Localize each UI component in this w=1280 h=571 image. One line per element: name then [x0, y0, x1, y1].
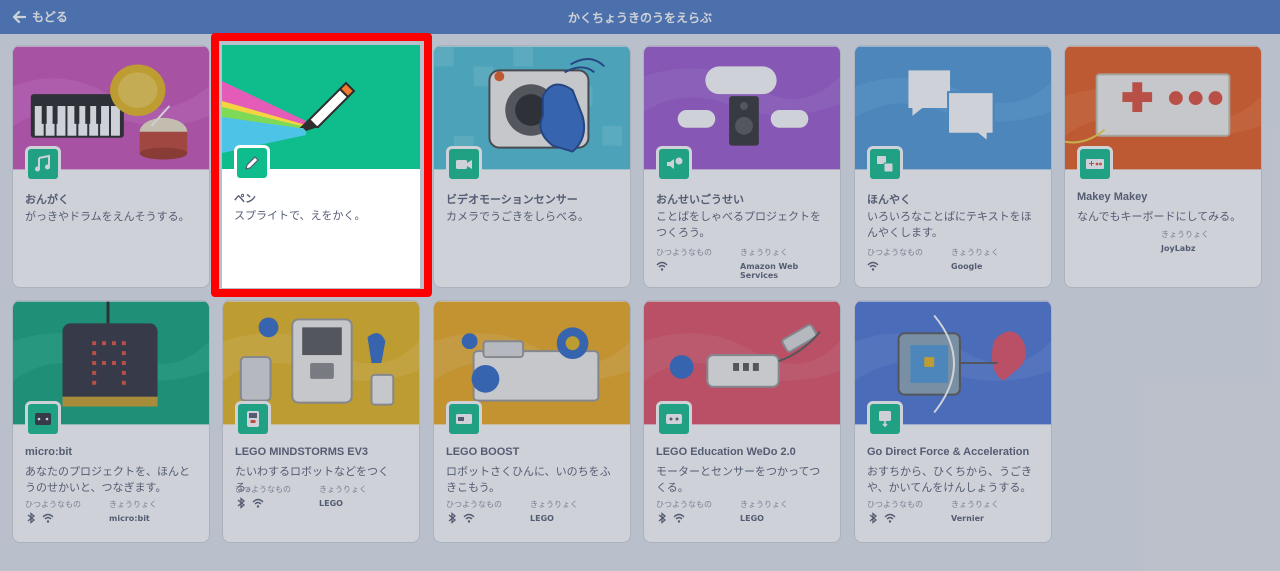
wifi-icon: [252, 498, 264, 508]
card-name: LEGO Education WeDo 2.0: [656, 446, 796, 458]
collab-value: LEGO: [740, 514, 764, 523]
card-name: ペン: [234, 193, 256, 205]
speaker-speech-icon: [667, 157, 683, 169]
wifi-icon: [884, 513, 896, 523]
card-description: スプライトで、えをかく。: [234, 209, 366, 222]
wedo-badge: [656, 401, 692, 437]
card-description: モーターとセンサーをつかってつくる。: [656, 465, 821, 494]
ev3-badge: [235, 401, 271, 437]
collab-label: きょうりょく: [319, 485, 367, 494]
extension-card-wedo[interactable]: LEGO Education WeDo 2.0 モーターとセンサーをつかってつく…: [643, 300, 841, 543]
collab-label: きょうりょく: [740, 500, 788, 509]
requires-label: ひつようなもの: [446, 500, 502, 509]
extension-card-text-to-speech[interactable]: おんせいごうせい ことばをしゃべるプロジェクトをつくろう。 ひつようなもの きょ…: [643, 45, 841, 288]
translate-icon: [877, 156, 894, 173]
collab-value: JoyLabz: [1161, 244, 1196, 253]
card-name: おんがく: [25, 194, 69, 206]
collab-value: Vernier: [951, 514, 984, 523]
boost-badge: [446, 401, 482, 437]
extension-card-pen[interactable]: ペン スプライトで、えをかく。: [222, 45, 420, 288]
card-description: おすちから、ひくちから、うごきや、かいてんをけんしょうする。: [867, 465, 1032, 494]
microbit-icon: [35, 413, 51, 425]
card-name: LEGO BOOST: [446, 446, 520, 458]
requires-label: ひつようなもの: [656, 500, 712, 509]
collab-label: きょうりょく: [740, 248, 788, 257]
music-badge: [25, 146, 61, 182]
extension-card-microbit[interactable]: micro:bit あなたのプロジェクトを、ほんとうのせかいと、つなぎます。 ひ…: [12, 300, 210, 543]
video-camera-icon: [456, 160, 472, 169]
extension-card-gdx-force[interactable]: Go Direct Force & Acceleration おすちから、ひくち…: [854, 300, 1052, 543]
collab-value: micro:bit: [109, 514, 150, 523]
ev3-brick-icon: [247, 411, 259, 427]
card-name: ビデオモーションセンサー: [446, 194, 578, 206]
video-badge: [446, 146, 482, 182]
collab-value: LEGO: [319, 499, 343, 508]
microbit-badge: [25, 401, 61, 437]
collab-value: Google: [951, 262, 983, 271]
bluetooth-icon: [869, 512, 878, 524]
collab-label: きょうりょく: [951, 248, 999, 257]
bluetooth-icon: [27, 512, 36, 524]
bluetooth-icon: [448, 512, 457, 524]
bluetooth-icon: [658, 512, 667, 524]
wedo-hub-icon: [666, 414, 682, 424]
pen-badge: [234, 145, 270, 181]
extension-card-video-sensing[interactable]: ビデオモーションセンサー カメラでうごきをしらべる。: [433, 45, 631, 288]
collab-label: きょうりょく: [109, 500, 157, 509]
card-name: Go Direct Force & Acceleration: [867, 446, 1030, 458]
pen-icon: [245, 156, 259, 170]
wifi-icon: [42, 513, 54, 523]
music-note-icon: [35, 154, 50, 172]
makey-badge: [1077, 146, 1113, 182]
bluetooth-icon: [237, 497, 246, 509]
card-description: カメラでうごきをしらべる。: [446, 210, 589, 223]
wifi-icon: [656, 261, 668, 271]
collab-value: Amazon Web Services: [740, 262, 799, 280]
card-name: ほんやく: [867, 194, 911, 206]
wifi-icon: [463, 513, 475, 523]
requires-label: ひつようなもの: [867, 248, 923, 257]
tts-badge: [656, 146, 692, 182]
card-name: おんせいごうせい: [656, 194, 744, 206]
extension-card-boost[interactable]: LEGO BOOST ロボットさくひんに、いのちをふきこもう。 ひつようなもの …: [433, 300, 631, 543]
extension-card-ev3[interactable]: LEGO MINDSTORMS EV3 たいわするロボットなどをつくる。 ひつよ…: [222, 300, 420, 543]
collab-label: きょうりょく: [530, 500, 578, 509]
page-title: かくちょうきのうをえらぶ: [567, 11, 712, 25]
extension-card-music[interactable]: おんがく がっきやドラムをえんそうする。: [12, 45, 210, 288]
card-description: いろいろなことばにテキストをほんやくします。: [867, 210, 1032, 239]
wifi-icon: [673, 513, 685, 523]
collab-label: きょうりょく: [951, 500, 999, 509]
card-name: LEGO MINDSTORMS EV3: [235, 446, 369, 458]
translate-badge: [867, 146, 903, 182]
card-name: Makey Makey: [1077, 191, 1148, 203]
makey-board-icon: [1086, 159, 1104, 169]
card-description: ロボットさくひんに、いのちをふきこもう。: [446, 465, 611, 494]
card-description: なんでもキーボードにしてみる。: [1077, 210, 1242, 223]
collab-value: LEGO: [530, 514, 554, 523]
requires-label: ひつようなもの: [25, 500, 81, 509]
boost-hub-icon: [456, 414, 472, 424]
force-sensor-icon: [879, 411, 891, 428]
card-description: がっきやドラムをえんそうする。: [25, 210, 190, 223]
extension-card-translate[interactable]: ほんやく いろいろなことばにテキストをほんやくします。 ひつようなもの きょうり…: [854, 45, 1052, 288]
requires-label: ひつようなもの: [656, 248, 712, 257]
top-bar: もどる かくちょうきのうをえらぶ: [0, 0, 1280, 34]
gdx-force-badge: [867, 401, 903, 437]
card-description: ことばをしゃべるプロジェクトをつくろう。: [656, 210, 821, 239]
requires-label: ひつようなもの: [867, 500, 923, 509]
extension-card-makey-makey[interactable]: Makey Makey なんでもキーボードにしてみる。 きょうりょく JoyLa…: [1064, 45, 1262, 288]
collab-label: きょうりょく: [1161, 230, 1209, 239]
card-name: micro:bit: [25, 446, 73, 458]
requires-label: ひつようなもの: [235, 485, 291, 494]
card-description: あなたのプロジェクトを、ほんとうのせかいと、つなぎます。: [25, 465, 190, 494]
wifi-icon: [867, 261, 879, 271]
